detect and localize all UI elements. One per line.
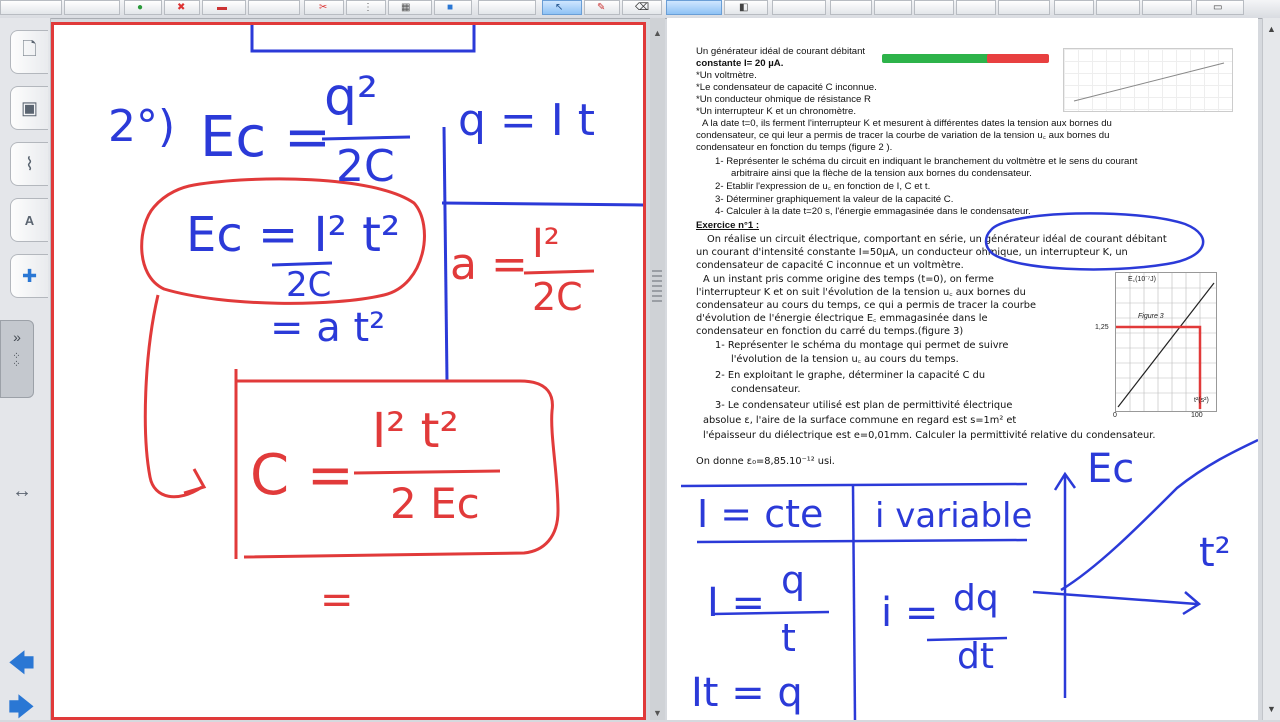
- screen-button[interactable]: ▭: [1196, 0, 1244, 15]
- table-icon: ▦: [401, 2, 411, 13]
- it-equals-q-note: It = q: [691, 670, 803, 716]
- side-panel: 🗋 ▣ ⌇ A ✚ » ⁘ ⁘ ↔ 🡄 🡆: [0, 18, 51, 720]
- i-fraction-note: I =: [707, 580, 766, 626]
- toolbar-button[interactable]: [830, 0, 872, 15]
- pen-icon: ✎: [597, 2, 606, 13]
- table-button[interactable]: ▦: [388, 0, 432, 15]
- toolbar-button[interactable]: [0, 0, 62, 15]
- toolbar-button[interactable]: [1054, 0, 1094, 15]
- i-derivative-denominator: dt: [957, 636, 994, 677]
- scroll-down-icon[interactable]: ▼: [1267, 704, 1276, 714]
- c-denominator: 2 Ec: [390, 479, 480, 528]
- properties-tab[interactable]: A: [10, 198, 48, 242]
- properties-icon: A: [24, 212, 35, 228]
- toolbar-button[interactable]: [956, 0, 996, 15]
- two-c-denominator: 2C: [336, 141, 395, 192]
- text-icon: ⋮: [363, 2, 373, 13]
- shape-icon: ◧: [739, 2, 749, 13]
- page-divider: ▲ ▼: [650, 18, 665, 720]
- delete-icon: ✖: [177, 2, 186, 13]
- toolbar-button[interactable]: [914, 0, 954, 15]
- main-toolbar: ● ✖ ▬ ✂ ⋮ ▦ ■ ↖ ✎ ⌫ ◧ ▭: [0, 0, 1280, 19]
- scroll-down-icon[interactable]: ▼: [653, 708, 662, 718]
- line-tool-button[interactable]: [666, 0, 722, 15]
- q-squared: q²: [324, 67, 378, 127]
- gallery-tab[interactable]: ▣: [10, 86, 48, 130]
- pointer-tool-button[interactable]: ↖: [542, 0, 582, 15]
- insert-button[interactable]: ■: [434, 0, 472, 15]
- q-equation: q = I t: [458, 95, 595, 146]
- vertical-scrollbar[interactable]: ▲ ▼: [1262, 18, 1280, 720]
- grip-icon: ⁘ ⁘: [12, 351, 22, 370]
- a-denominator: 2C: [532, 275, 583, 319]
- dropdown-button[interactable]: [248, 0, 300, 15]
- highlight-icon: ▬: [217, 2, 227, 13]
- i-constant-note: I = cte: [697, 492, 824, 536]
- eraser-icon: ⌫: [635, 2, 650, 13]
- addons-icon: ✚: [21, 265, 38, 286]
- a-numerator: I²: [532, 221, 560, 267]
- text-button[interactable]: ⋮: [346, 0, 386, 15]
- resize-horizontal-icon[interactable]: ↔: [12, 480, 32, 503]
- color-icon: ●: [137, 2, 144, 13]
- scissors-icon: ✂: [319, 2, 328, 13]
- screen-icon: ▭: [1213, 2, 1223, 13]
- shape-button[interactable]: ◧: [724, 0, 768, 15]
- t2-axis-label: t²: [1199, 530, 1231, 576]
- page-sorter-icon: 🗋: [22, 39, 37, 59]
- attachments-icon: ⌇: [25, 153, 34, 174]
- c-equation: C =: [250, 443, 354, 508]
- ec-axis-label: Ec: [1087, 446, 1135, 492]
- ec2-denominator: 2C: [286, 265, 332, 305]
- pointer-icon: ↖: [555, 2, 564, 13]
- toolbar-button[interactable]: [874, 0, 912, 15]
- sidebar-collapse-button[interactable]: » ⁘ ⁘: [0, 320, 34, 398]
- ec-equation: Ec =: [200, 105, 331, 170]
- pen-button[interactable]: ✎: [584, 0, 620, 15]
- splitter-grip[interactable]: [652, 270, 662, 304]
- eraser-button[interactable]: ⌫: [622, 0, 662, 15]
- scissors-button[interactable]: ✂: [304, 0, 344, 15]
- whiteboard-page-right[interactable]: Un générateur idéal de courant débitant …: [667, 18, 1258, 720]
- color-button[interactable]: ●: [124, 0, 162, 15]
- ec-squared-equation: Ec = I² t²: [186, 207, 401, 263]
- toolbar-button[interactable]: [1096, 0, 1140, 15]
- whiteboard-page-selected[interactable]: 2°) Ec = q² 2C q = I t Ec = I² t² 2C a =…: [51, 22, 646, 720]
- a-equation: a =: [450, 239, 528, 290]
- i-fraction-denominator: t: [781, 616, 796, 660]
- pointer-button[interactable]: [478, 0, 536, 15]
- gallery-icon: ▣: [20, 97, 38, 118]
- equals-sign: =: [320, 577, 354, 623]
- i-fraction-numerator: q: [781, 558, 806, 602]
- double-chevron-icon: »: [13, 329, 21, 345]
- item-number: 2°): [108, 101, 176, 152]
- scroll-up-icon[interactable]: ▲: [1267, 24, 1276, 34]
- attachments-tab[interactable]: ⌇: [10, 142, 48, 186]
- dropdown-button[interactable]: [772, 0, 826, 15]
- c-numerator: I² t²: [372, 403, 459, 459]
- previous-page-arrow-icon[interactable]: 🡄: [8, 650, 35, 676]
- toolbar-button[interactable]: [998, 0, 1050, 15]
- i-variable-note: i variable: [875, 496, 1033, 536]
- delete-button[interactable]: ✖: [164, 0, 200, 15]
- next-page-arrow-icon[interactable]: 🡆: [8, 694, 35, 720]
- page-sorter-tab[interactable]: 🗋: [10, 30, 48, 74]
- insert-icon: ■: [447, 2, 454, 13]
- highlight-button[interactable]: ▬: [202, 0, 246, 15]
- i-derivative-note: i =: [881, 590, 939, 636]
- scroll-up-icon[interactable]: ▲: [653, 28, 662, 38]
- toolbar-button[interactable]: [1142, 0, 1192, 15]
- a-t-squared: = a t²: [270, 305, 386, 351]
- addons-tab[interactable]: ✚: [10, 254, 48, 298]
- i-derivative-numerator: dq: [953, 578, 999, 619]
- toolbar-button[interactable]: [64, 0, 120, 15]
